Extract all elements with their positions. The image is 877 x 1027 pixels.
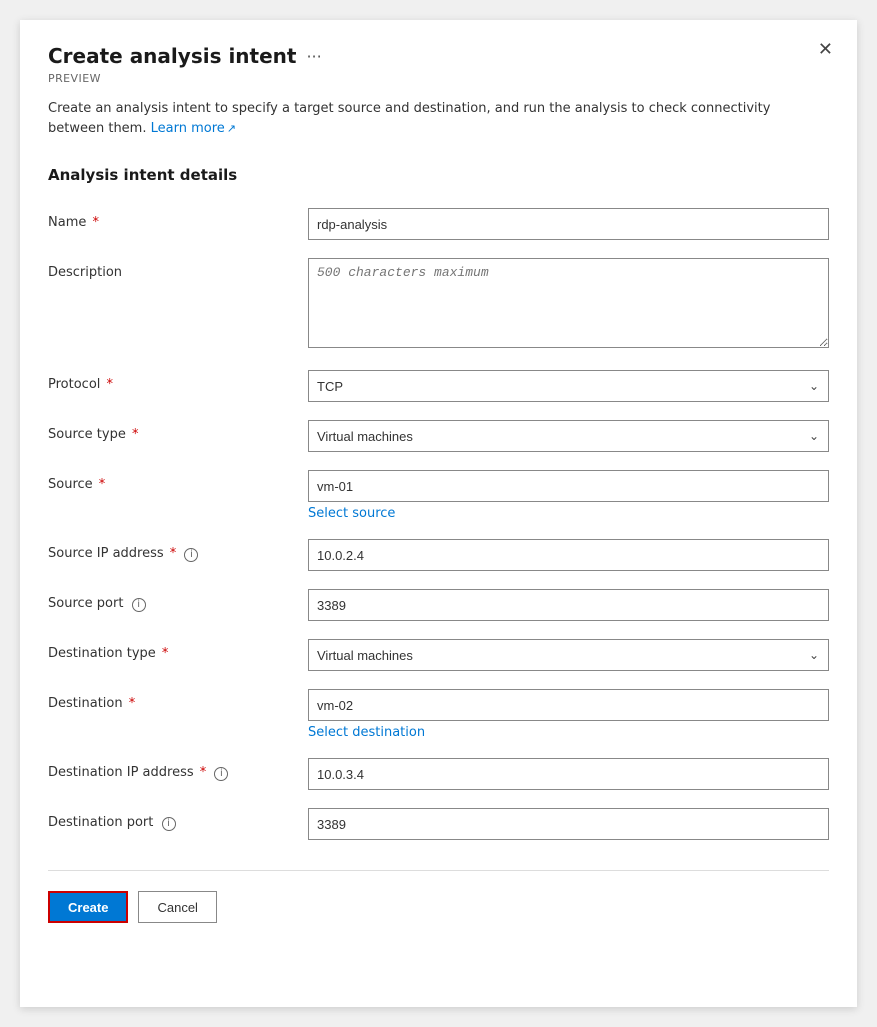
destination-type-row: Destination type * Virtual machines IP a… (48, 639, 829, 671)
description-label: Description (48, 258, 308, 282)
source-ip-control (308, 539, 829, 571)
destination-ip-row: Destination IP address * i (48, 758, 829, 790)
learn-more-link[interactable]: Learn more (151, 121, 236, 136)
source-type-label: Source type * (48, 420, 308, 444)
source-type-row: Source type * Virtual machines IP addres… (48, 420, 829, 452)
cancel-button[interactable]: Cancel (138, 891, 216, 923)
name-input[interactable] (308, 208, 829, 240)
protocol-label: Protocol * (48, 370, 308, 394)
destination-ip-control (308, 758, 829, 790)
name-required: * (88, 215, 99, 230)
source-input[interactable] (308, 470, 829, 502)
destination-port-info-icon: i (162, 817, 176, 831)
description-control (308, 258, 829, 352)
select-source-link[interactable]: Select source (308, 506, 829, 521)
close-icon: ✕ (818, 39, 833, 59)
source-ip-input[interactable] (308, 539, 829, 571)
description-textarea[interactable] (308, 258, 829, 348)
source-type-control: Virtual machines IP addresses ⌄ (308, 420, 829, 452)
panel-title: Create analysis intent (48, 44, 296, 68)
source-port-input[interactable] (308, 589, 829, 621)
description-row: Description (48, 258, 829, 352)
protocol-row: Protocol * TCP UDP Any ⌄ (48, 370, 829, 402)
select-destination-link[interactable]: Select destination (308, 725, 829, 740)
source-port-label: Source port i (48, 589, 308, 613)
footer: Create Cancel (48, 870, 829, 923)
source-port-info-icon: i (132, 598, 146, 612)
panel-header: Create analysis intent ··· (48, 44, 829, 68)
destination-port-control (308, 808, 829, 840)
destination-ip-info-icon: i (214, 767, 228, 781)
destination-type-label: Destination type * (48, 639, 308, 663)
create-analysis-panel: Create analysis intent ··· PREVIEW ✕ Cre… (20, 20, 857, 1007)
destination-type-select-wrap: Virtual machines IP addresses ⌄ (308, 639, 829, 671)
source-control: Select source (308, 470, 829, 521)
source-ip-label: Source IP address * i (48, 539, 308, 563)
create-button[interactable]: Create (48, 891, 128, 923)
source-row: Source * Select source (48, 470, 829, 521)
source-port-row: Source port i (48, 589, 829, 621)
description-text: Create an analysis intent to specify a t… (48, 99, 829, 138)
destination-input[interactable] (308, 689, 829, 721)
section-title: Analysis intent details (48, 166, 829, 184)
source-type-select[interactable]: Virtual machines IP addresses (308, 420, 829, 452)
protocol-select-wrap: TCP UDP Any ⌄ (308, 370, 829, 402)
destination-control: Select destination (308, 689, 829, 740)
destination-row: Destination * Select destination (48, 689, 829, 740)
source-type-select-wrap: Virtual machines IP addresses ⌄ (308, 420, 829, 452)
destination-port-label: Destination port i (48, 808, 308, 832)
name-label: Name * (48, 208, 308, 232)
destination-ip-input[interactable] (308, 758, 829, 790)
source-label: Source * (48, 470, 308, 494)
source-ip-info-icon: i (184, 548, 198, 562)
name-control (308, 208, 829, 240)
destination-type-select[interactable]: Virtual machines IP addresses (308, 639, 829, 671)
close-button[interactable]: ✕ (818, 40, 833, 58)
protocol-control: TCP UDP Any ⌄ (308, 370, 829, 402)
source-port-control (308, 589, 829, 621)
more-icon[interactable]: ··· (306, 47, 321, 66)
destination-port-input[interactable] (308, 808, 829, 840)
protocol-select[interactable]: TCP UDP Any (308, 370, 829, 402)
destination-ip-label: Destination IP address * i (48, 758, 308, 782)
source-ip-row: Source IP address * i (48, 539, 829, 571)
destination-port-row: Destination port i (48, 808, 829, 840)
destination-type-control: Virtual machines IP addresses ⌄ (308, 639, 829, 671)
preview-label: PREVIEW (48, 72, 829, 85)
destination-label: Destination * (48, 689, 308, 713)
name-row: Name * (48, 208, 829, 240)
